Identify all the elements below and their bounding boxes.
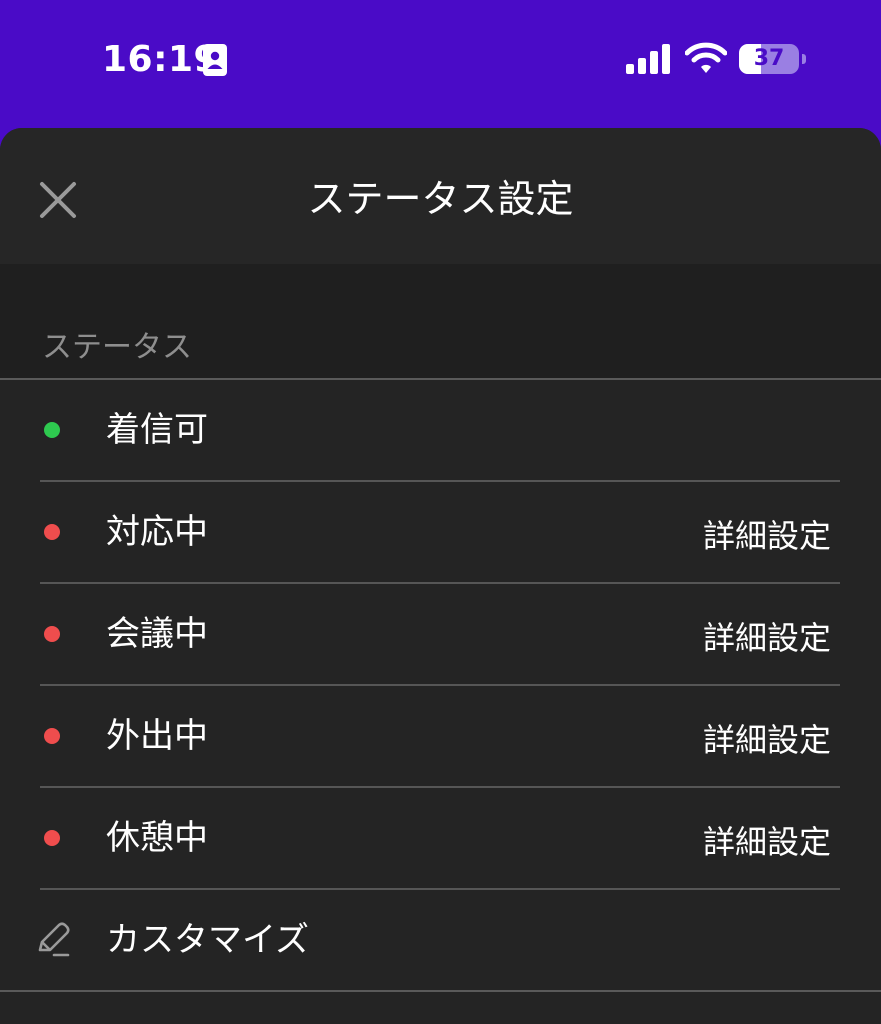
status-bar: 16:19 37 bbox=[0, 0, 881, 130]
status-dot-icon bbox=[44, 728, 60, 744]
status-name: 会議中 bbox=[106, 614, 208, 654]
cellular-signal-icon bbox=[626, 44, 670, 74]
status-dot-icon bbox=[44, 524, 60, 540]
status-name: 休憩中 bbox=[106, 818, 208, 858]
clock-time: 16:19 bbox=[102, 39, 220, 80]
status-name: 着信可 bbox=[106, 410, 208, 450]
section-header: ステータス bbox=[0, 264, 881, 378]
status-name: 外出中 bbox=[106, 716, 208, 756]
status-list: 着信可 対応中 詳細設定 会議中 詳細設定 外出中 詳細設定 休憩中 詳細設定 bbox=[0, 380, 881, 890]
battery-level: 37 bbox=[753, 46, 785, 71]
status-item-out[interactable]: 外出中 詳細設定 bbox=[0, 686, 881, 788]
page-title: ステータス設定 bbox=[307, 177, 574, 221]
battery-icon: 37 bbox=[739, 44, 799, 74]
battery-indicator: 37 bbox=[739, 44, 807, 74]
status-settings-sheet: ステータス設定 ステータス 着信可 対応中 詳細設定 会議中 詳細設定 外出中 … bbox=[0, 128, 881, 1024]
divider bbox=[0, 990, 881, 992]
status-item-handling[interactable]: 対応中 詳細設定 bbox=[0, 482, 881, 584]
section-label: ステータス bbox=[42, 330, 192, 365]
customize-button[interactable]: カスタマイズ bbox=[0, 890, 881, 990]
wifi-icon bbox=[685, 42, 727, 73]
status-dot-icon bbox=[44, 830, 60, 846]
pencil-icon bbox=[38, 922, 70, 957]
sheet-header: ステータス設定 bbox=[0, 128, 881, 264]
status-item-meeting[interactable]: 会議中 詳細設定 bbox=[0, 584, 881, 686]
detail-settings-link[interactable]: 詳細設定 bbox=[703, 616, 831, 660]
customize-label: カスタマイズ bbox=[106, 920, 309, 960]
detail-settings-link[interactable]: 詳細設定 bbox=[703, 514, 831, 558]
status-dot-icon bbox=[44, 626, 60, 642]
status-item-break[interactable]: 休憩中 詳細設定 bbox=[0, 788, 881, 890]
status-name: 対応中 bbox=[106, 512, 208, 552]
detail-settings-link[interactable]: 詳細設定 bbox=[703, 820, 831, 864]
status-dot-icon bbox=[44, 422, 60, 438]
battery-cap bbox=[802, 54, 806, 64]
contact-card-icon bbox=[203, 44, 227, 76]
status-item-available[interactable]: 着信可 bbox=[0, 380, 881, 482]
detail-settings-link[interactable]: 詳細設定 bbox=[703, 718, 831, 762]
